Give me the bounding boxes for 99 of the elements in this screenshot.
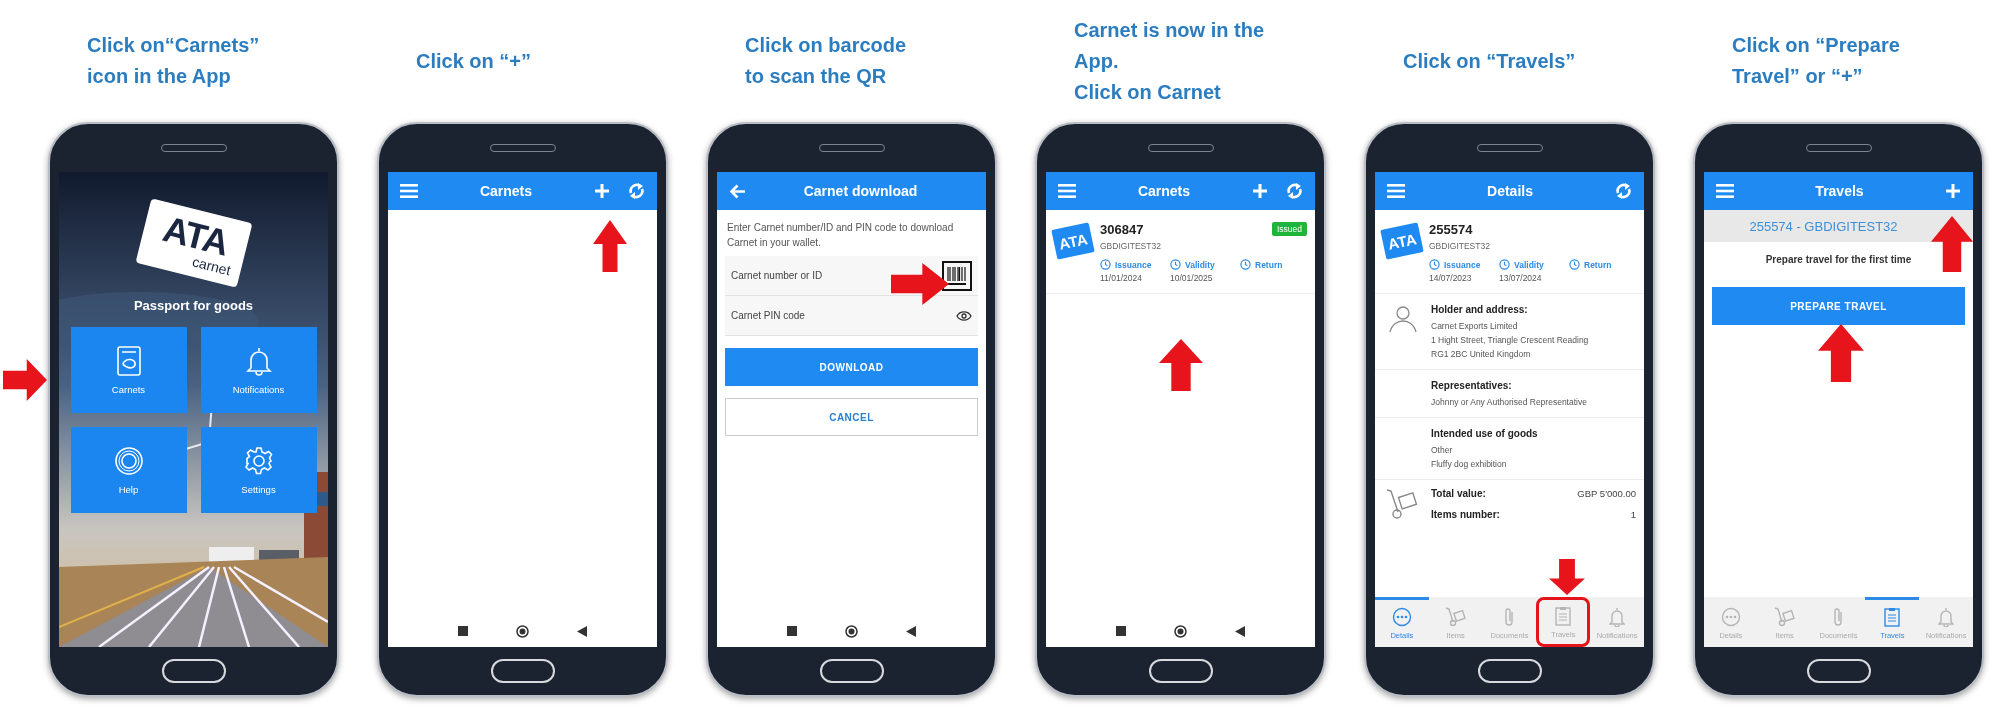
pointer-arrow (1931, 216, 1973, 272)
carnet-number: 306847 (1100, 222, 1144, 237)
hand-truck-icon (1773, 607, 1796, 627)
person-icon (1388, 304, 1418, 334)
date-label: Issuance (1115, 259, 1152, 270)
hand-truck-icon (1444, 607, 1467, 627)
total-label: Items number: (1431, 509, 1500, 520)
clock-icon (1569, 259, 1580, 270)
pointer-arrow (1159, 339, 1203, 391)
carnet-logo: ATA (1051, 222, 1095, 260)
carnet-banner: 255574 - GBDIGITEST32 (1704, 210, 1973, 242)
total-label: Total value: (1431, 488, 1486, 499)
menu-icon[interactable] (400, 184, 418, 198)
menu-tile[interactable]: Settings (200, 427, 317, 513)
back-icon[interactable] (577, 625, 587, 637)
clock-icon (1170, 259, 1181, 270)
menu-icon[interactable] (1387, 184, 1405, 198)
section-heading: Intended use of goods (1431, 428, 1538, 439)
screen-title: Carnet download (802, 183, 919, 199)
home-icon[interactable] (1174, 624, 1187, 638)
date-label: Return (1255, 259, 1283, 270)
total-value: 1 (1630, 509, 1636, 520)
menu-tile[interactable]: Notifications (200, 327, 317, 413)
info-line: Johnny or Any Authorised Representative (1431, 397, 1587, 407)
empty-message: Prepare travel for the first time (1765, 253, 1912, 267)
download-button[interactable]: DOWNLOAD (725, 348, 978, 386)
instruction-text: Enter Carnet number/ID and PIN code to download Carnet in your wallet. (726, 221, 955, 250)
lifebuoy-icon (113, 445, 144, 476)
home-icon[interactable] (516, 624, 529, 638)
more-icon (1720, 607, 1741, 627)
back-icon[interactable] (1235, 625, 1245, 637)
step-caption: Carnet is now in the App. Click on Carnet (1074, 17, 1265, 105)
date-value: 14/07/2023 (1429, 273, 1473, 283)
pointer-arrow (593, 220, 627, 272)
clipboard-icon (1884, 607, 1901, 627)
prepare-travel-button[interactable]: PREPARE TRAVEL (1712, 287, 1965, 325)
bell-icon (1609, 607, 1626, 627)
step-caption: Click on“Carnets” icon in the App (87, 33, 260, 89)
info-line: Fluffy dog exhibition (1431, 459, 1508, 469)
clock-icon (1240, 259, 1251, 270)
menu-tile[interactable]: Carnets (70, 327, 187, 413)
date-value: 10/01/2025 (1170, 273, 1214, 283)
date-label: Issuance (1444, 259, 1481, 270)
refresh-icon[interactable] (1286, 182, 1303, 200)
status-badge: Issued (1271, 222, 1307, 236)
refresh-icon[interactable] (628, 182, 645, 200)
date-value: 11/01/2024 (1100, 273, 1143, 283)
date-label: Validity (1185, 259, 1215, 270)
pointer-arrow (891, 263, 949, 305)
info-line: RG1 2BC United Kingdom (1431, 349, 1532, 359)
eye-icon[interactable] (956, 310, 972, 322)
clock-icon (1429, 259, 1440, 270)
section-heading: Holder and address: (1431, 304, 1529, 315)
clipboard-icon (1555, 605, 1572, 626)
cancel-button[interactable]: CANCEL (725, 398, 978, 436)
info-line: Carnet Exports Limited (1431, 321, 1519, 331)
menu-icon[interactable] (1058, 184, 1076, 198)
carnet-logo: ATA (1380, 222, 1424, 260)
date-label: Validity (1514, 259, 1544, 270)
refresh-icon[interactable] (1615, 182, 1632, 200)
bell-icon (1938, 607, 1955, 627)
menu-tile[interactable]: Help (70, 427, 187, 513)
step-caption: Click on barcode to scan the QR (745, 33, 907, 89)
date-label: Return (1584, 259, 1612, 270)
back-icon[interactable] (906, 625, 916, 637)
carnet-number: 255574 (1429, 222, 1473, 237)
menu-icon[interactable] (1716, 184, 1734, 198)
plus-icon[interactable] (1252, 183, 1268, 199)
screen-title: Details (1486, 183, 1534, 199)
date-value: 13/07/2024 (1499, 273, 1543, 283)
gear-icon (243, 445, 274, 476)
more-icon (1391, 607, 1412, 627)
screen-title: Travels (1814, 183, 1865, 199)
step-caption: Click on “+” (416, 48, 532, 74)
input-field[interactable]: Carnet PIN code (725, 296, 978, 336)
plus-icon[interactable] (594, 183, 610, 199)
carnet-id: GBDIGITEST32 (1429, 241, 1491, 251)
paperclip-icon (1503, 607, 1516, 627)
plus-icon[interactable] (1945, 183, 1961, 199)
info-line: Other (1431, 445, 1454, 455)
pointer-arrow (1818, 324, 1864, 382)
step-caption: Click on “Travels” (1403, 48, 1576, 74)
tagline: Passport for goods (133, 298, 254, 313)
step-caption: Click on “Prepare Travel” or “+” (1732, 33, 1900, 89)
info-line: 1 Hight Street, Triangle Crescent Reading (1431, 335, 1589, 345)
paperclip-icon (1832, 607, 1845, 627)
pointer-arrow (3, 359, 47, 401)
bell-icon (245, 345, 272, 376)
carnet-id: GBDIGITEST32 (1100, 241, 1162, 251)
pointer-arrow (1549, 559, 1585, 595)
barcode-icon[interactable] (942, 261, 972, 291)
screen-title: Carnets (478, 183, 534, 199)
clock-icon (1499, 259, 1510, 270)
screen-title: Carnets (1136, 183, 1192, 199)
clock-icon (1100, 259, 1111, 270)
section-heading: Representatives: (1431, 380, 1513, 391)
home-icon[interactable] (845, 624, 858, 638)
document-icon (116, 345, 141, 376)
total-value: GBP 5'000.00 (1577, 488, 1636, 499)
